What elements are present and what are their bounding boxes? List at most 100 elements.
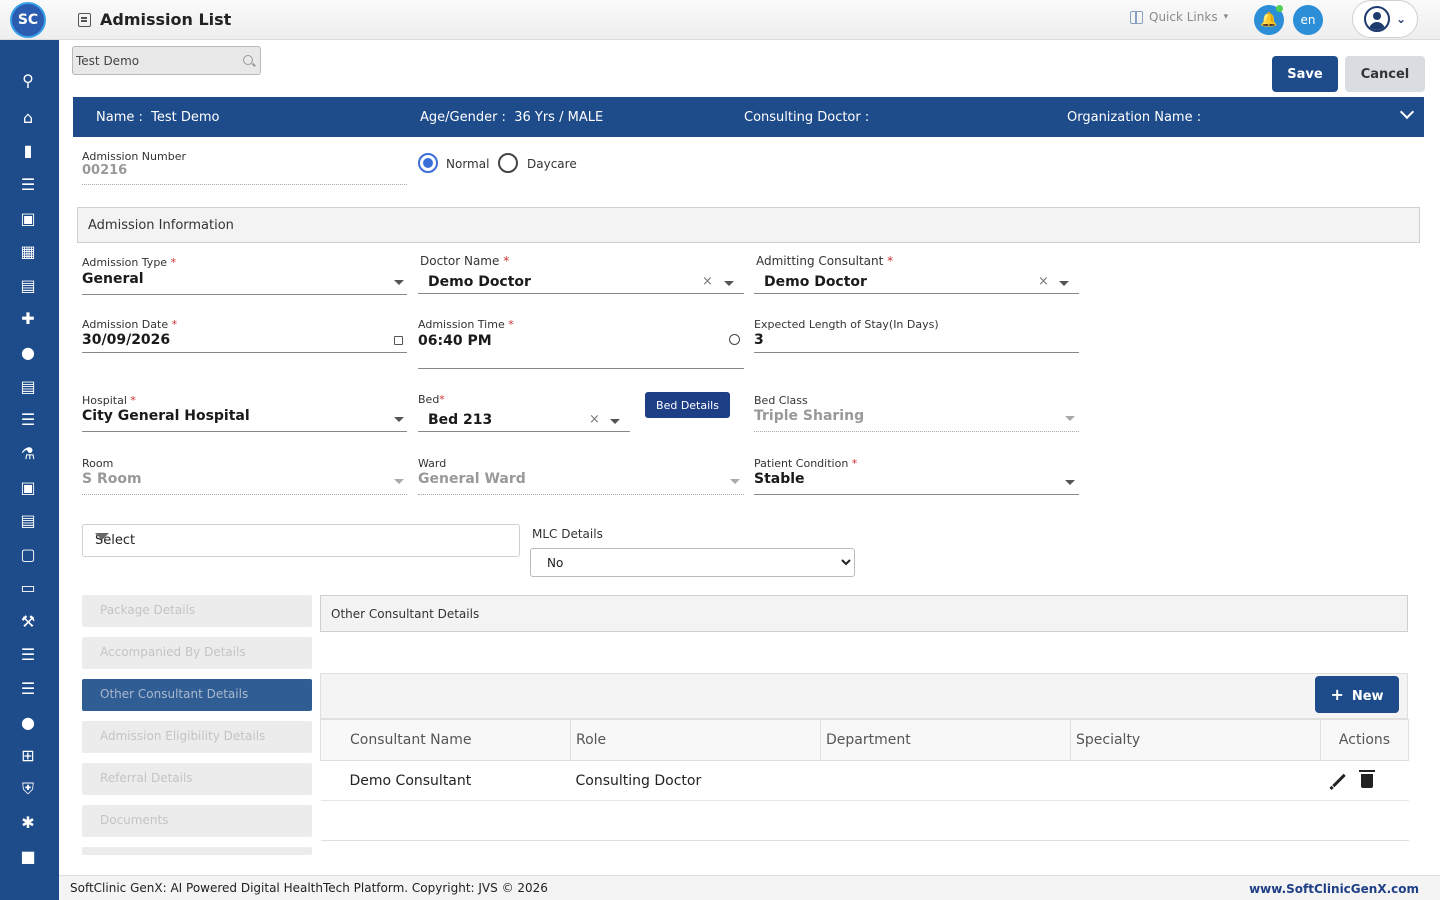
medical-kit-icon[interactable]: ▣: [17, 208, 39, 228]
patient-condition-label: Patient Condition *: [754, 457, 858, 470]
consultant-table: Consultant Name Role Department Specialt…: [320, 719, 1409, 841]
dropdown-caret-icon[interactable]: [394, 280, 404, 285]
dropdown-caret-icon[interactable]: [95, 533, 109, 540]
dropdown-caret-icon[interactable]: [1065, 480, 1075, 485]
search-icon[interactable]: ⚲: [17, 70, 39, 90]
add-box-icon[interactable]: ⊞: [17, 745, 39, 765]
tab-admission-eligibility-details[interactable]: Admission Eligibility Details: [82, 721, 312, 753]
patient-search-input[interactable]: [73, 47, 233, 74]
admission-time-value[interactable]: 06:40 PM: [418, 333, 492, 349]
medical-cross-icon[interactable]: ✚: [17, 308, 39, 328]
cancel-button[interactable]: Cancel: [1345, 56, 1425, 92]
menu-icon[interactable]: ☰: [17, 678, 39, 698]
document-icon[interactable]: ▤: [17, 376, 39, 396]
wrench-icon[interactable]: ⚒: [17, 611, 39, 631]
section-admission-information: Admission Information: [77, 207, 1420, 243]
page-list-icon: [78, 13, 91, 27]
patient-search-box[interactable]: [72, 46, 261, 75]
tab-referral-details[interactable]: Referral Details: [82, 763, 312, 795]
radio-daycare-label: Daycare: [527, 157, 577, 171]
dropdown-caret-icon[interactable]: [1059, 281, 1069, 286]
doctor-name-value[interactable]: Demo Doctor: [428, 274, 531, 290]
clear-icon[interactable]: ×: [589, 412, 600, 427]
dropdown-caret-icon: [1065, 416, 1075, 421]
tab-accompanied-by-details[interactable]: Accompanied By Details: [82, 637, 312, 669]
bed-icon[interactable]: ▤: [17, 275, 39, 295]
bed-details-button[interactable]: Bed Details: [645, 392, 730, 418]
mlc-details-select[interactable]: No: [530, 548, 855, 577]
home-icon[interactable]: ⌂: [17, 107, 39, 127]
search-icon[interactable]: [243, 55, 253, 65]
radio-normal[interactable]: [418, 153, 438, 173]
ward-value: General Ward: [418, 471, 526, 487]
dropdown-caret-icon[interactable]: [610, 419, 620, 424]
calendar-icon[interactable]: ▦: [17, 241, 39, 261]
room-value: S Room: [82, 471, 142, 487]
menu-icon[interactable]: ☰: [17, 644, 39, 664]
tab-other-consultant-details[interactable]: Other Consultant Details: [82, 679, 312, 711]
building-icon[interactable]: ▢: [17, 544, 39, 564]
cell-specialty: [1070, 760, 1321, 801]
expected-stay-value[interactable]: 3: [754, 332, 764, 348]
other-consultant-details-header: Other Consultant Details: [320, 595, 1408, 632]
clock-icon[interactable]: [729, 334, 740, 345]
column-header-specialty[interactable]: Specialty: [1070, 719, 1321, 761]
footer-website-link[interactable]: www.SoftClinicGenX.com: [1249, 882, 1419, 896]
pharmacy-icon[interactable]: ⚗: [17, 443, 39, 463]
bed-value[interactable]: Bed 213: [428, 412, 492, 428]
admission-type-value[interactable]: General: [82, 271, 144, 287]
bar-chart-icon[interactable]: ▮: [17, 140, 39, 160]
admission-date-label: Admission Date *: [82, 318, 178, 331]
patient-condition-value[interactable]: Stable: [754, 471, 805, 487]
list-icon[interactable]: ☰: [17, 409, 39, 429]
app-logo[interactable]: SC: [10, 2, 46, 38]
sidebar: ⚲ ⌂ ▮ ☰ ▣ ▦ ▤ ✚ ● ▤ ☰ ⚗ ▣ ▤ ▢ ▭ ⚒ ☰ ☰ ● …: [0, 40, 59, 900]
chevron-down-icon[interactable]: [1399, 104, 1415, 120]
tab-more[interactable]: [82, 847, 312, 855]
admitting-consultant-value[interactable]: Demo Doctor: [764, 274, 867, 290]
delete-icon[interactable]: [1358, 769, 1375, 788]
shield-icon[interactable]: ⛨: [17, 779, 39, 799]
column-header-actions: Actions: [1320, 719, 1409, 761]
cell-role: Consulting Doctor: [570, 760, 821, 801]
table-row: Demo Consultant Consulting Doctor: [320, 760, 1409, 801]
user-icon[interactable]: ●: [17, 342, 39, 362]
quick-links-label: Quick Links: [1149, 10, 1218, 24]
doctor-name-label: Doctor Name *: [420, 254, 510, 268]
devices-icon[interactable]: ▭: [17, 577, 39, 597]
patient-name: Name : Test Demo: [96, 110, 220, 125]
medicine-icon[interactable]: ▣: [17, 477, 39, 497]
radio-normal-label: Normal: [446, 157, 490, 171]
network-icon[interactable]: ✱: [17, 812, 39, 832]
drop-icon[interactable]: ●: [17, 712, 39, 732]
book-icon[interactable]: ▤: [17, 510, 39, 530]
dropdown-caret-icon: [730, 479, 740, 484]
dropdown-caret-icon[interactable]: [724, 281, 734, 286]
calendar-icon[interactable]: [394, 336, 403, 345]
column-header-role[interactable]: Role: [570, 719, 821, 761]
column-header-consultant-name[interactable]: Consultant Name: [320, 719, 571, 761]
clear-icon[interactable]: ×: [702, 274, 713, 289]
top-bar: SC Admission List Quick Links ▾ 🔔 en ⌄: [0, 0, 1440, 40]
chevron-down-icon: ▾: [1223, 12, 1229, 22]
quick-links-menu[interactable]: Quick Links ▾: [1130, 10, 1228, 24]
tab-package-details[interactable]: Package Details: [82, 595, 312, 627]
admission-date-value[interactable]: 30/09/2026: [82, 332, 170, 348]
clear-icon[interactable]: ×: [1038, 274, 1049, 289]
hospital-value[interactable]: City General Hospital: [82, 408, 250, 424]
tab-documents[interactable]: Documents: [82, 805, 312, 837]
dropdown-caret-icon[interactable]: [394, 417, 404, 422]
table-row: [320, 800, 1409, 841]
bed-label: Bed*: [418, 393, 445, 406]
menu-icon[interactable]: ☰: [17, 174, 39, 194]
edit-icon[interactable]: [1331, 773, 1346, 788]
column-header-department[interactable]: Department: [820, 719, 1071, 761]
profile-menu[interactable]: ⌄: [1352, 0, 1418, 38]
generic-select[interactable]: Select: [82, 524, 520, 557]
new-consultant-button[interactable]: + New: [1315, 676, 1399, 713]
save-button[interactable]: Save: [1272, 56, 1338, 92]
radio-daycare[interactable]: [498, 153, 518, 173]
language-button[interactable]: en: [1293, 5, 1323, 35]
folder-icon[interactable]: ■: [17, 846, 39, 866]
hospital-label: Hospital *: [82, 394, 136, 407]
